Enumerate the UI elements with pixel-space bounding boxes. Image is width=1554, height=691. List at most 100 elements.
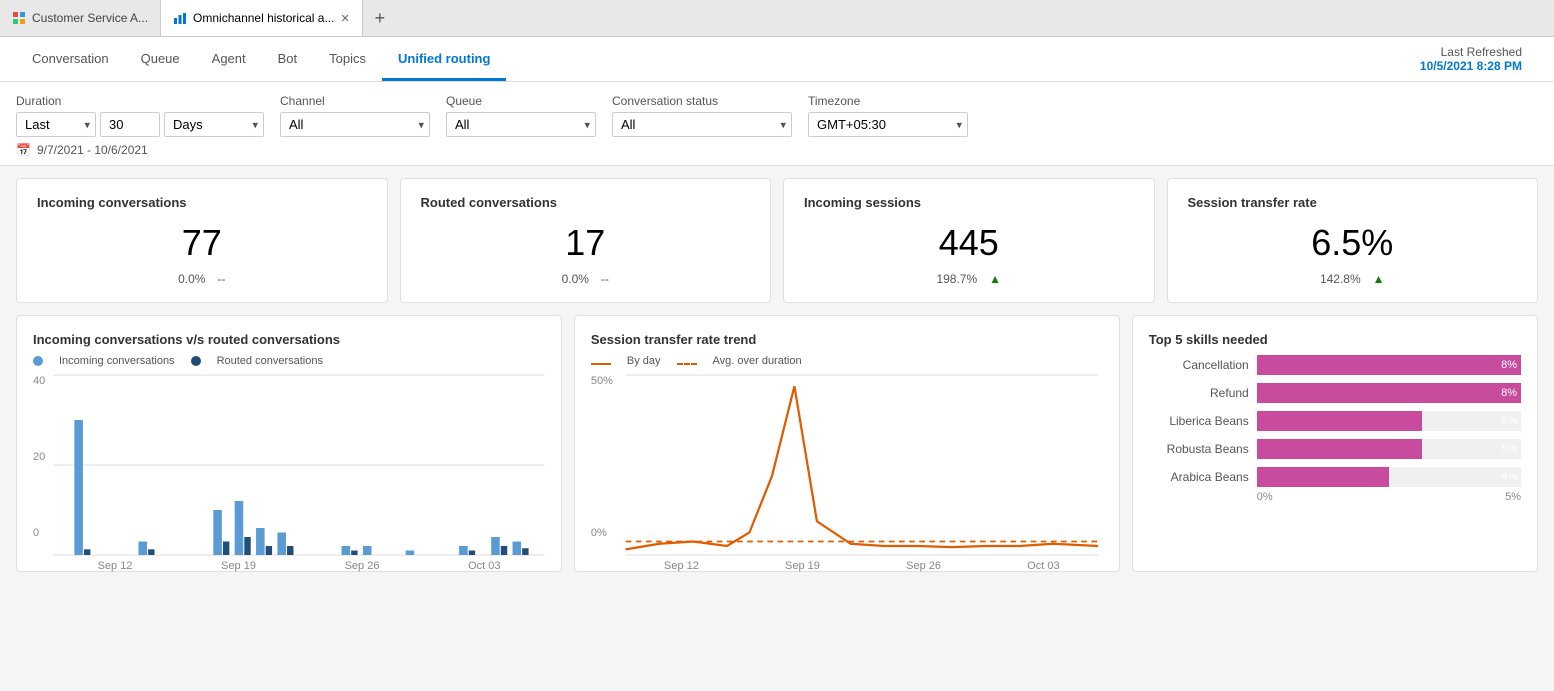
arrow-up-icon-transfer: ▲ xyxy=(1373,272,1385,286)
bar-chart-area: 40 20 0 xyxy=(33,375,545,555)
skill-row-refund: Refund 8% xyxy=(1149,383,1521,403)
skill-row-robusta: Robusta Beans 5% xyxy=(1149,439,1521,459)
kpi-sub-incoming: 0.0% -- xyxy=(37,272,367,286)
tab-topics[interactable]: Topics xyxy=(313,39,382,81)
channel-select[interactable]: All xyxy=(280,112,430,137)
browser-tab-2-label: Omnichannel historical a... xyxy=(193,11,334,25)
duration-preset-select[interactable]: Last xyxy=(16,112,96,137)
skill-bar-arabica: 4% xyxy=(1257,467,1389,487)
timezone-select-wrapper: GMT+05:30 xyxy=(808,112,968,137)
tab-conversation[interactable]: Conversation xyxy=(16,39,125,81)
bar-chart-y-axis: 40 20 0 xyxy=(33,375,49,555)
queue-select[interactable]: All xyxy=(446,112,596,137)
conversation-status-select[interactable]: All xyxy=(612,112,792,137)
filter-conversation-status: Conversation status All xyxy=(612,94,792,137)
line-chart-area: 50% 0% Sep 12 Sep 19 Sep 26 Oct 03 xyxy=(591,375,1103,555)
duration-unit-select[interactable]: Days Weeks Months xyxy=(164,112,264,137)
chart-icon xyxy=(173,11,187,25)
filter-queue: Queue All xyxy=(446,94,596,137)
skill-bar-robusta: 5% xyxy=(1257,439,1422,459)
skill-row-arabica: Arabica Beans 4% xyxy=(1149,467,1521,487)
date-range: 📅 9/7/2021 - 10/6/2021 xyxy=(16,143,1538,157)
skill-bar-bg-arabica: 4% xyxy=(1257,467,1521,487)
kpi-routed-conversations: Routed conversations 17 0.0% -- xyxy=(400,178,772,303)
kpi-sub-routed: 0.0% -- xyxy=(421,272,751,286)
chart-incoming-legend: Incoming conversations Routed conversati… xyxy=(33,355,545,367)
browser-tabs: Customer Service A... Omnichannel histor… xyxy=(0,0,1554,37)
line-chart-svg xyxy=(621,375,1103,555)
browser-tab-2[interactable]: Omnichannel historical a... ✕ xyxy=(161,0,363,36)
skill-bar-liberica: 5% xyxy=(1257,411,1422,431)
kpi-row: Incoming conversations 77 0.0% -- Routed… xyxy=(0,166,1554,315)
line-chart-plot: Sep 12 Sep 19 Sep 26 Oct 03 xyxy=(621,375,1103,555)
timezone-label: Timezone xyxy=(808,94,968,108)
duration-value-input[interactable] xyxy=(100,112,160,137)
queue-label: Queue xyxy=(446,94,596,108)
legend-routed-dot xyxy=(191,356,201,366)
skill-bar-bg-liberica: 5% xyxy=(1257,411,1521,431)
skills-x-axis: 0% 5% xyxy=(1149,491,1521,503)
kpi-value-transfer: 6.5% xyxy=(1188,222,1518,264)
kpi-incoming-conversations: Incoming conversations 77 0.0% -- xyxy=(16,178,388,303)
duration-controls: Last Days Weeks Months xyxy=(16,112,264,137)
kpi-sub-sessions: 198.7% ▲ xyxy=(804,272,1134,286)
bar-chart-bars: Sep 12 Sep 19 Sep 26 Oct 03 xyxy=(53,375,545,555)
chart-incoming-title: Incoming conversations v/s routed conver… xyxy=(33,332,545,347)
legend-avg-dashed xyxy=(677,363,697,365)
kpi-title-routed: Routed conversations xyxy=(421,195,751,210)
legend-incoming-dot xyxy=(33,356,43,366)
tab-queue[interactable]: Queue xyxy=(125,39,196,81)
legend-by-day-line xyxy=(591,363,611,365)
channel-label: Channel xyxy=(280,94,430,108)
close-tab-icon[interactable]: ✕ xyxy=(340,12,349,25)
chart-incoming-vs-routed: Incoming conversations v/s routed conver… xyxy=(16,315,562,572)
kpi-value-incoming: 77 xyxy=(37,222,367,264)
kpi-value-routed: 17 xyxy=(421,222,751,264)
tab-agent[interactable]: Agent xyxy=(196,39,262,81)
bar-chart-svg xyxy=(53,375,545,555)
channel-select-wrapper: All xyxy=(280,112,430,137)
filters-bar: Duration Last Days Weeks Months xyxy=(0,82,1554,166)
chart-skills-title: Top 5 skills needed xyxy=(1149,332,1521,347)
kpi-incoming-sessions: Incoming sessions 445 198.7% ▲ xyxy=(783,178,1155,303)
arrow-up-icon-sessions: ▲ xyxy=(989,272,1001,286)
calendar-icon: 📅 xyxy=(16,143,31,157)
kpi-title-transfer: Session transfer rate xyxy=(1188,195,1518,210)
skill-bar-refund: 8% xyxy=(1257,383,1521,403)
last-refreshed: Last Refreshed 10/5/2021 8:28 PM xyxy=(1404,37,1538,81)
tab-bot[interactable]: Bot xyxy=(262,39,314,81)
duration-unit-wrapper: Days Weeks Months xyxy=(164,112,264,137)
tab-unified-routing[interactable]: Unified routing xyxy=(382,39,506,81)
browser-tab-1-label: Customer Service A... xyxy=(32,11,148,25)
skill-bar-bg-refund: 8% xyxy=(1257,383,1521,403)
conversation-status-label: Conversation status xyxy=(612,94,792,108)
grid-icon xyxy=(12,11,26,25)
queue-select-wrapper: All xyxy=(446,112,596,137)
charts-row: Incoming conversations v/s routed conver… xyxy=(0,315,1554,584)
new-tab-button[interactable]: + xyxy=(363,0,398,36)
chart-top-skills: Top 5 skills needed Cancellation 8% Refu… xyxy=(1132,315,1538,572)
chart-transfer-legend: By day Avg. over duration xyxy=(591,355,1103,367)
filter-timezone: Timezone GMT+05:30 xyxy=(808,94,968,137)
chart-transfer-title: Session transfer rate trend xyxy=(591,332,1103,347)
kpi-title-sessions: Incoming sessions xyxy=(804,195,1134,210)
kpi-value-sessions: 445 xyxy=(804,222,1134,264)
line-chart-x-axis: Sep 12 Sep 19 Sep 26 Oct 03 xyxy=(621,560,1103,572)
filters-row: Duration Last Days Weeks Months xyxy=(16,94,1538,137)
filter-duration: Duration Last Days Weeks Months xyxy=(16,94,264,137)
nav-tabs: Conversation Queue Agent Bot Topics Unif… xyxy=(0,37,1554,82)
timezone-select[interactable]: GMT+05:30 xyxy=(808,112,968,137)
bar-chart-x-axis: Sep 12 Sep 19 Sep 26 Oct 03 xyxy=(53,560,545,572)
skill-row-liberica: Liberica Beans 5% xyxy=(1149,411,1521,431)
kpi-sub-transfer: 142.8% ▲ xyxy=(1188,272,1518,286)
line-chart-y-axis: 50% 0% xyxy=(591,375,617,555)
browser-tab-1[interactable]: Customer Service A... xyxy=(0,0,161,36)
skill-bar-bg-robusta: 5% xyxy=(1257,439,1521,459)
skills-chart: Cancellation 8% Refund 8% Liberica Bea xyxy=(1149,355,1521,487)
skill-bar-bg-cancellation: 8% xyxy=(1257,355,1521,375)
duration-preset-wrapper: Last xyxy=(16,112,96,137)
skill-bar-cancellation: 8% xyxy=(1257,355,1521,375)
conversation-status-wrapper: All xyxy=(612,112,792,137)
filter-channel: Channel All xyxy=(280,94,430,137)
chart-session-transfer-trend: Session transfer rate trend By day Avg. … xyxy=(574,315,1120,572)
